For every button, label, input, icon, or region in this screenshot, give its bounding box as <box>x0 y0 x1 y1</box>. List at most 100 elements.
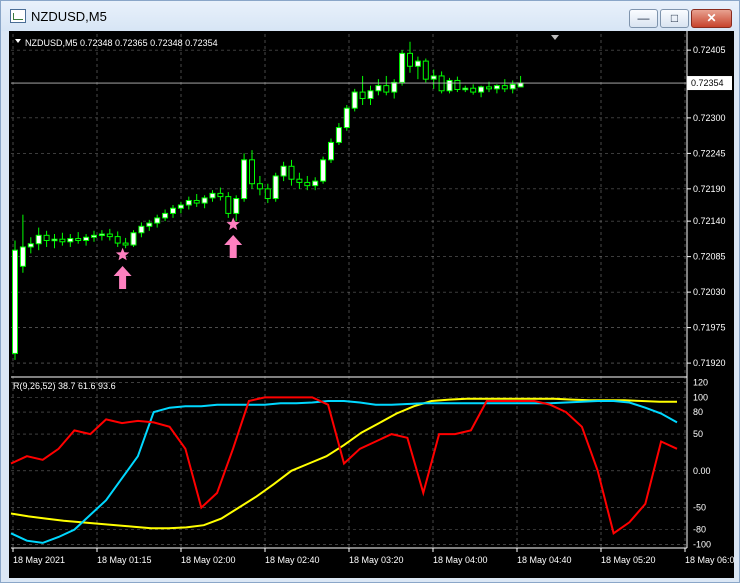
indicator-axis-label: -80 <box>693 525 706 535</box>
candle-body <box>462 87 469 91</box>
candle-body <box>320 159 327 182</box>
candle-body <box>422 60 429 80</box>
price-label: 0.72085 <box>693 252 726 262</box>
candle-body <box>391 81 398 93</box>
time-label: 18 May 04:40 <box>517 555 572 565</box>
price-label: 0.72405 <box>693 45 726 55</box>
minimize-button[interactable]: — <box>629 9 658 28</box>
time-label: 18 May 05:20 <box>601 555 656 565</box>
price-label: 0.72140 <box>693 216 726 226</box>
price-label: 0.72190 <box>693 184 726 194</box>
indicator-axis-label: -50 <box>693 503 706 513</box>
current-price-label: 0.72354 <box>691 78 724 88</box>
candle-body <box>177 204 184 209</box>
chart-canvas[interactable]: 18 May 2021 18 May 01:15 18 May 02:00 18 Ma… <box>9 31 734 578</box>
candle-body <box>193 199 200 204</box>
candle-body <box>19 246 26 267</box>
candle-body <box>225 196 232 214</box>
candle-body <box>217 192 224 198</box>
candle-body <box>51 238 58 242</box>
candle-body <box>343 107 350 129</box>
close-button[interactable]: ✕ <box>691 9 732 28</box>
candle-body <box>383 85 390 93</box>
indicator-axis-label: 50 <box>693 429 703 439</box>
candle-body <box>241 159 248 200</box>
price-label: 0.72030 <box>693 287 726 297</box>
candle-body <box>264 188 271 200</box>
candle-body <box>256 183 263 190</box>
indicator-axis-label: 100 <box>693 392 708 402</box>
candle-body <box>280 165 287 177</box>
candle-body <box>509 83 516 90</box>
candle-body <box>351 91 358 109</box>
price-label: 0.71975 <box>693 323 726 333</box>
candle-body <box>170 207 176 214</box>
candle-body <box>201 197 208 204</box>
shift-marker-icon[interactable] <box>551 35 559 40</box>
candle-body <box>359 91 366 100</box>
up-arrow-icon <box>224 235 243 259</box>
time-label: 18 May 01:15 <box>97 555 152 565</box>
indicator-axis-label: 120 <box>693 378 708 388</box>
candle-body <box>138 225 145 234</box>
candle-body <box>501 85 508 90</box>
collapse-triangle-icon[interactable] <box>15 39 21 43</box>
chart-window: NZDUSD,M5 — □ ✕ 18 May 2021 18 May 01:15 1… <box>0 0 740 583</box>
symbol-info: NZDUSD,M5 0.72348 0.72365 0.72348 0.7235… <box>25 38 218 48</box>
candle-body <box>75 238 82 241</box>
candle-body <box>106 233 113 238</box>
title-bar[interactable]: NZDUSD,M5 — □ ✕ <box>1 1 739 31</box>
time-label: 18 May 04:00 <box>433 555 488 565</box>
candle-body <box>130 232 137 246</box>
up-arrow-icon <box>113 265 132 289</box>
candle-body <box>162 212 169 219</box>
candle-body <box>67 238 74 243</box>
star-icon <box>226 217 240 230</box>
candle-body <box>288 165 295 180</box>
candle-body <box>478 86 485 93</box>
indicator-axis-label: -100 <box>693 539 711 549</box>
candle-body <box>454 79 461 90</box>
candle-body <box>209 192 216 199</box>
candle-body <box>517 82 524 88</box>
candle-body <box>328 141 334 161</box>
chart-area[interactable]: 18 May 2021 18 May 01:15 18 May 02:00 18 Ma… <box>9 31 734 578</box>
candle-body <box>486 86 492 90</box>
price-label: 0.71920 <box>693 358 726 368</box>
indicator-axis-label: 80 <box>693 407 703 417</box>
candle-body <box>446 79 453 92</box>
time-label: 18 May 03:20 <box>349 555 404 565</box>
candle-body <box>233 198 240 214</box>
indicator-axis-label: 0.00 <box>693 466 711 476</box>
candle-body <box>146 222 153 227</box>
candle-body <box>43 234 50 241</box>
candle-body <box>27 243 34 248</box>
candle-body <box>12 249 18 354</box>
candle-body <box>375 85 382 92</box>
candle-body <box>335 127 342 143</box>
candle-body <box>59 238 66 243</box>
time-label: 18 May 06:00 <box>685 555 734 565</box>
maximize-button[interactable]: □ <box>660 9 689 28</box>
time-label: 18 May 02:40 <box>265 555 320 565</box>
candle-body <box>114 236 121 244</box>
star-icon <box>115 247 130 261</box>
candle-body <box>407 52 413 67</box>
candle-body <box>154 217 161 224</box>
signals <box>113 217 243 289</box>
candle-body <box>272 175 279 200</box>
candle-body <box>367 90 374 100</box>
time-label: 18 May 02:00 <box>181 555 236 565</box>
indicator-label: R(9,26,52) 38.7 61.6 93.6 <box>13 381 116 391</box>
rsi-fast-line <box>10 396 678 535</box>
candle-body <box>399 52 406 83</box>
candle-body <box>83 236 90 241</box>
candle-body <box>249 159 255 185</box>
indicator-lines <box>10 396 678 544</box>
price-label: 0.72245 <box>693 148 726 158</box>
candle-body <box>185 199 192 206</box>
time-label: 18 May 2021 <box>13 555 65 565</box>
candle-body <box>91 234 97 238</box>
candle-body <box>122 242 129 246</box>
candle-body <box>35 234 42 245</box>
